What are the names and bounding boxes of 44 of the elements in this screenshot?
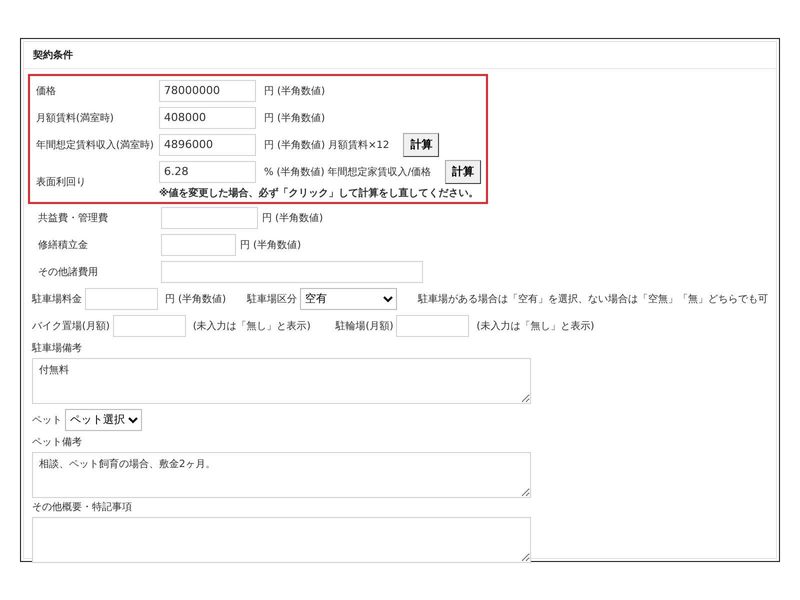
input-field[interactable]: 4896000 (159, 134, 256, 156)
field-label: 修繕積立金 (37, 238, 89, 252)
input-field[interactable] (396, 314, 470, 336)
input-field[interactable] (161, 234, 236, 256)
input-field[interactable]: 6.28 (159, 160, 256, 182)
field-label: 年間想定賃料収入(満室時) (35, 138, 155, 152)
field-label: その他概要・特記事項 (32, 500, 132, 514)
field-label: ペット (32, 414, 62, 426)
calculate-button[interactable]: 計算 (403, 132, 440, 156)
calculate-button[interactable]: 計算 (445, 160, 482, 184)
input-field[interactable]: 78000000 (159, 80, 256, 102)
input-field[interactable] (112, 314, 186, 336)
field-hint: 円 (半角数値) (264, 112, 325, 124)
field-label: 駐車場備考 (32, 342, 82, 355)
field-hint: % (半角数値) 年間想定家賃収入/価格 (264, 166, 432, 178)
remarks-textarea[interactable] (32, 517, 531, 563)
field-label: 駐輪場(月額) (336, 320, 394, 332)
parking-type-select[interactable]: 空有 (300, 288, 397, 310)
input-field[interactable] (85, 288, 158, 310)
field-label: 表面利回り (35, 176, 87, 189)
field-hint: 円 (半角数値) (264, 84, 325, 98)
input-field[interactable]: 408000 (159, 106, 256, 128)
remarks-textarea[interactable]: 相談、ペット飼育の場合、敷金2ヶ月。 (32, 452, 531, 498)
field-hint: (未入力は「無し」と表示) (192, 320, 311, 332)
field-label: バイク置場(月額) (32, 320, 110, 332)
field-hint: 円 (半角数値) (262, 212, 323, 224)
pet-select[interactable]: ペット選択 (65, 408, 142, 430)
field-label: 駐車場区分 (246, 292, 297, 306)
field-hint: 駐車場がある場合は「空有」を選択、ない場合は「空無」「無」どちらでも可 (418, 292, 768, 306)
field-hint: 円 (半角数値) 月額賃料×12 (264, 138, 390, 152)
field-hint: 円 (半角数値) (165, 292, 226, 306)
field-label: 共益費・管理費 (37, 212, 109, 224)
field-label: ペット備考 (32, 436, 82, 449)
field-label: 駐車場料金 (32, 292, 82, 306)
field-hint: (未入力は「無し」と表示) (476, 320, 594, 332)
field-hint: 円 (半角数値) (240, 238, 301, 252)
field-label: 価格 (35, 84, 57, 98)
field-label: 月額賃料(満室時) (35, 112, 115, 124)
input-field[interactable] (161, 260, 423, 282)
remarks-textarea[interactable]: 付無料 (32, 358, 531, 404)
input-field[interactable] (161, 206, 258, 228)
field-label: その他諸費用 (37, 266, 99, 278)
section-title: 契約条件 (33, 48, 73, 62)
calc-note: ※値を変更した場合、必ず「クリック」して計算をし直してください。 (159, 186, 480, 200)
